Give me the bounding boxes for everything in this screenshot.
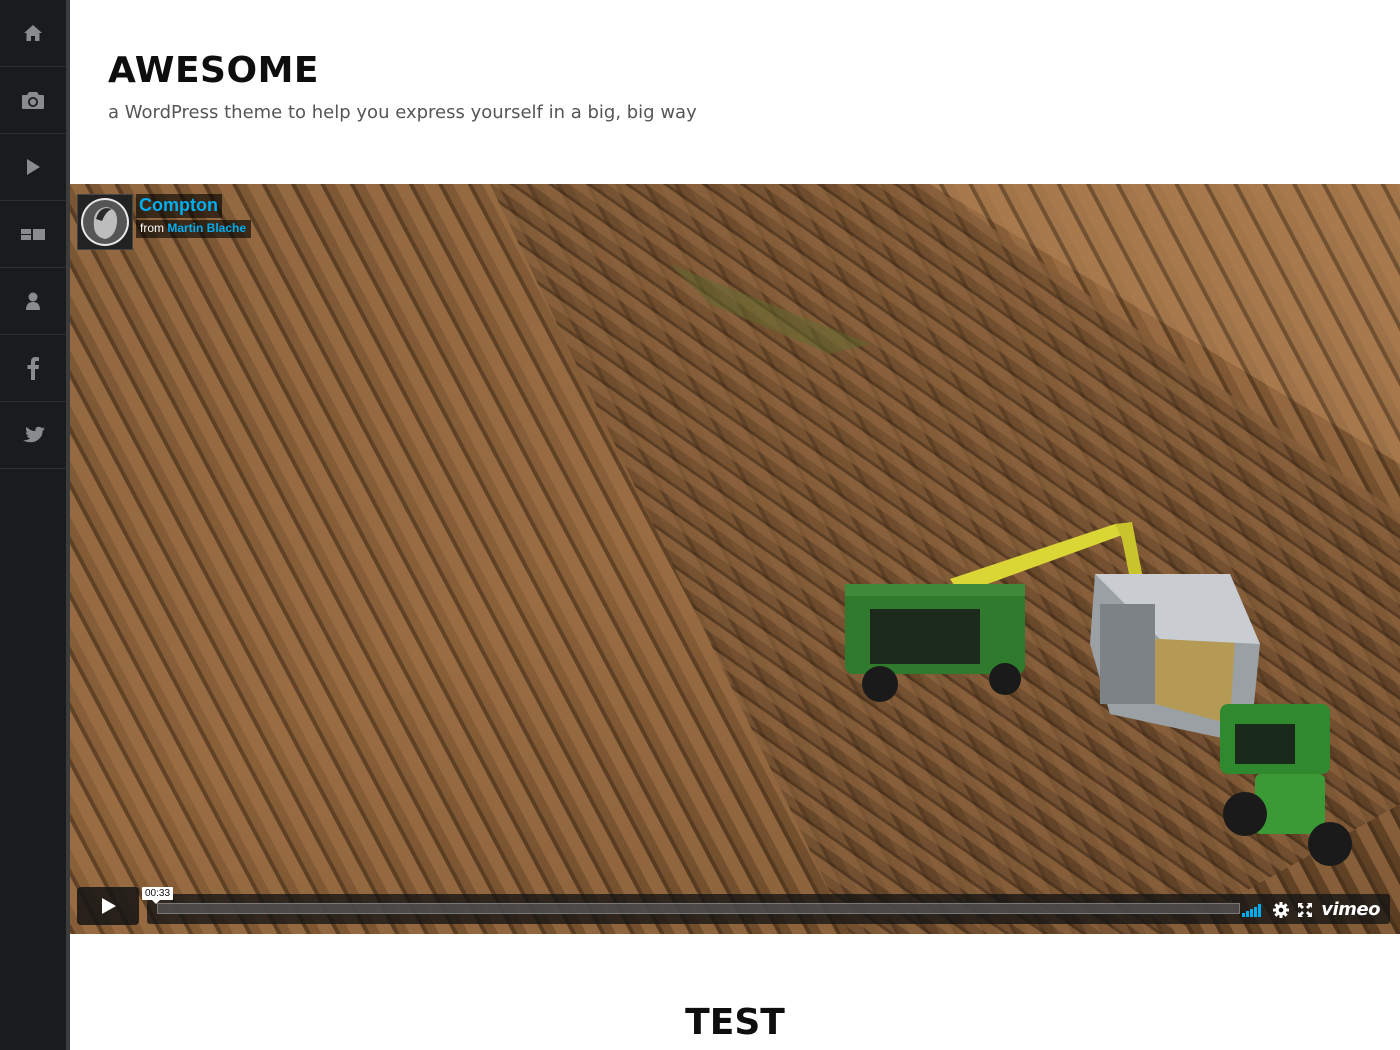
user-icon	[26, 292, 40, 310]
avatar	[81, 198, 129, 246]
video-player[interactable]: Compton from Martin Blache vimeo 00:33	[70, 184, 1400, 934]
fullscreen-icon[interactable]	[1298, 902, 1313, 917]
sidebar-item-about[interactable]	[0, 268, 66, 335]
play-button[interactable]	[77, 887, 139, 925]
home-icon	[24, 25, 42, 41]
sidebar-item-twitter[interactable]	[0, 402, 66, 469]
twitter-icon	[23, 426, 45, 443]
sidebar-item-photo[interactable]	[0, 67, 66, 134]
site-title[interactable]: AWESOME	[108, 50, 319, 91]
sidebar-item-facebook[interactable]	[0, 335, 66, 402]
timecode-tooltip: 00:33	[142, 887, 174, 904]
play-icon	[27, 159, 40, 175]
control-icons: vimeo	[1242, 899, 1380, 920]
byline-prefix: from	[140, 221, 164, 235]
post-title[interactable]: TEST	[70, 1002, 1400, 1043]
volume-icon[interactable]	[1242, 903, 1264, 917]
camera-icon	[22, 92, 44, 109]
video-controls: vimeo	[147, 894, 1390, 924]
author-portrait[interactable]	[77, 194, 133, 250]
play-icon	[102, 898, 116, 914]
progress-bar[interactable]	[157, 903, 1240, 914]
video-title[interactable]: Compton	[136, 194, 222, 218]
sidebar-item-home[interactable]	[0, 0, 66, 67]
sidebar-nav	[0, 0, 70, 1050]
video-frame-image	[70, 184, 1400, 934]
facebook-icon	[27, 357, 39, 380]
site-description: a WordPress theme to help you express yo…	[108, 102, 697, 123]
sidebar-item-video[interactable]	[0, 134, 66, 201]
video-author-link[interactable]: Martin Blache	[167, 221, 246, 235]
gallery-icon	[21, 229, 45, 240]
vimeo-logo[interactable]: vimeo	[1321, 899, 1380, 920]
settings-icon[interactable]	[1273, 901, 1290, 918]
video-byline: from Martin Blache	[136, 220, 252, 238]
sidebar-item-gallery[interactable]	[0, 201, 66, 268]
